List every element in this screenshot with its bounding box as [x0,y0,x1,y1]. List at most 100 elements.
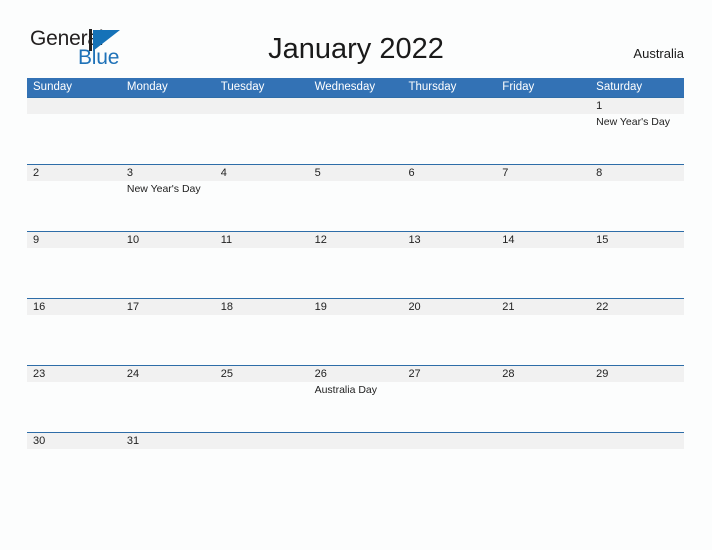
day-event [496,181,590,230]
week-row: 9 10 11 12 13 14 15 [27,231,684,298]
day-number[interactable]: 12 [309,232,403,248]
weekday-wednesday: Wednesday [314,81,376,93]
day-number[interactable]: 18 [215,299,309,315]
day-number[interactable] [309,98,403,114]
day-event [590,315,684,364]
day-number[interactable] [496,433,590,449]
day-number[interactable]: 20 [402,299,496,315]
day-number[interactable]: 9 [27,232,121,248]
day-event [590,382,684,431]
day-event [215,382,309,431]
day-event [215,315,309,364]
week-date-strip: 2 3 4 5 6 7 8 [27,165,684,181]
week-date-strip: 16 17 18 19 20 21 22 [27,299,684,315]
day-number[interactable]: 13 [402,232,496,248]
day-event [121,449,215,461]
day-event [215,248,309,297]
week-event-strip: New Year's Day [27,114,684,163]
day-event [121,248,215,297]
week-row: 16 17 18 19 20 21 22 [27,298,684,365]
day-event [402,114,496,163]
day-number[interactable]: 10 [121,232,215,248]
day-event [402,248,496,297]
day-number[interactable]: 2 [27,165,121,181]
day-number[interactable]: 28 [496,366,590,382]
week-date-strip: 1 [27,98,684,114]
page-header: General Blue January 2022 Australia [0,0,712,78]
day-event [121,114,215,163]
day-event: New Year's Day [596,116,670,128]
day-number[interactable]: 23 [27,366,121,382]
day-number[interactable]: 4 [215,165,309,181]
day-number[interactable]: 7 [496,165,590,181]
day-number[interactable]: 22 [590,299,684,315]
day-number[interactable] [215,433,309,449]
day-number[interactable]: 17 [121,299,215,315]
day-number[interactable]: 29 [590,366,684,382]
day-event [590,248,684,297]
day-event [496,248,590,297]
day-event [27,181,121,230]
day-event [402,181,496,230]
week-row: 2 3 4 5 6 7 8 New Year's Day [27,164,684,231]
day-number[interactable]: 5 [309,165,403,181]
day-number[interactable] [402,98,496,114]
day-number[interactable] [121,98,215,114]
day-number[interactable]: 1 [590,98,684,114]
week-date-strip: 30 31 [27,433,684,449]
day-number[interactable]: 30 [27,433,121,449]
weekday-sunday: Sunday [33,81,73,93]
day-event [590,181,684,230]
day-event [27,449,121,461]
day-event [402,382,496,431]
day-number[interactable]: 19 [309,299,403,315]
day-event [215,181,309,230]
day-event [121,382,215,431]
day-number[interactable] [309,433,403,449]
day-number[interactable]: 15 [590,232,684,248]
week-event-strip [27,248,684,297]
day-event [496,114,590,163]
day-event [27,315,121,364]
week-row: 1 New Year's Day [27,97,684,164]
day-number[interactable]: 8 [590,165,684,181]
day-event [590,449,684,461]
day-event [27,114,121,163]
calendar-page: General Blue January 2022 Australia Sund… [0,0,712,550]
week-event-strip [27,315,684,364]
day-number[interactable]: 16 [27,299,121,315]
day-number[interactable] [590,433,684,449]
page-title: January 2022 [268,33,444,65]
day-event [309,449,403,461]
calendar-grid: Sunday Monday Tuesday Wednesday Thursday… [27,78,684,462]
day-event [402,315,496,364]
day-number[interactable]: 11 [215,232,309,248]
day-event [496,449,590,461]
day-event [121,315,215,364]
day-number[interactable]: 26 [309,366,403,382]
day-number[interactable]: 21 [496,299,590,315]
day-event [309,181,403,230]
day-number[interactable]: 31 [121,433,215,449]
weekday-saturday: Saturday [596,81,643,93]
day-number[interactable]: 14 [496,232,590,248]
weekday-friday: Friday [502,81,535,93]
day-event [309,248,403,297]
day-event: Australia Day [314,384,378,396]
day-number[interactable]: 6 [402,165,496,181]
day-number[interactable] [27,98,121,114]
country-label: Australia [633,46,684,61]
day-number[interactable]: 3 [121,165,215,181]
day-event [215,114,309,163]
week-date-strip: 23 24 25 26 27 28 29 [27,366,684,382]
day-number[interactable]: 25 [215,366,309,382]
day-event [402,449,496,461]
day-number[interactable] [496,98,590,114]
day-event [309,114,403,163]
week-row: 23 24 25 26 27 28 29 Australia Day [27,365,684,432]
day-number[interactable]: 27 [402,366,496,382]
day-number[interactable] [215,98,309,114]
weekday-header-row: Sunday Monday Tuesday Wednesday Thursday… [27,78,684,97]
day-number[interactable] [402,433,496,449]
day-number[interactable]: 24 [121,366,215,382]
